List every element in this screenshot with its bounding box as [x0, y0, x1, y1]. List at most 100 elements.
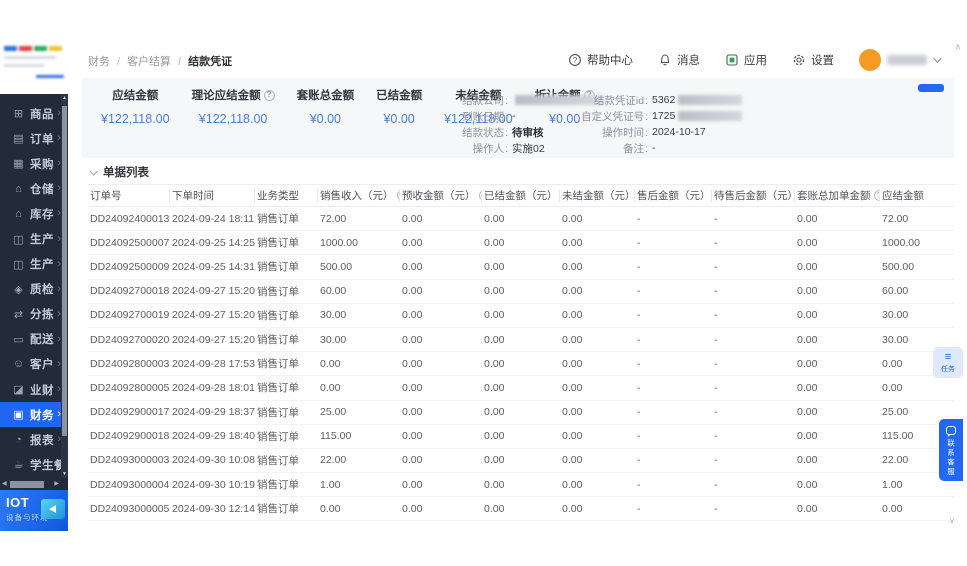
- sidebar-item[interactable]: ⌂ 仓储: [0, 176, 68, 201]
- page-scroll-down-icon[interactable]: [949, 517, 955, 525]
- table-row[interactable]: DD24092500009 2024-09-25 14:31 销售订单 500.…: [88, 255, 955, 280]
- cell-business-type: 销售订单: [257, 479, 299, 492]
- sidebar-item[interactable]: ▣ 财务: [0, 402, 68, 428]
- scroll-left-arrow-icon[interactable]: ◀: [2, 480, 7, 487]
- sidebar-item[interactable]: ◪ 业财: [0, 377, 68, 402]
- apps-button[interactable]: 应用: [725, 52, 767, 68]
- sidebar-item[interactable]: ▭ 配送: [0, 327, 68, 352]
- cell-pending-aftersale-amount: -: [714, 406, 718, 419]
- sidebar-item[interactable]: ☕ 学生餐: [0, 452, 68, 477]
- sidebar-item[interactable]: ▤ 订单: [0, 126, 68, 151]
- user-menu[interactable]: [859, 49, 942, 71]
- cell-due-amount: 0.00: [882, 381, 903, 394]
- scrollbar-thumb[interactable]: [10, 480, 44, 488]
- orders-table: 订单号 下单时间 业务类型 销售收入（元） 预收金额（元）: [88, 184, 955, 522]
- table-header: 订单号 下单时间 业务类型 销售收入（元） 预收金额（元）: [88, 184, 955, 207]
- iot-device-icon: [41, 499, 65, 519]
- cell-order-no: DD24092400013: [90, 212, 170, 225]
- cell-prepaid-amount: 0.00: [402, 357, 423, 370]
- breadcrumb-item[interactable]: 客户结算: [110, 53, 171, 69]
- sidebar-vertical-scrollbar[interactable]: ▲ ▼: [61, 94, 68, 478]
- scroll-down-arrow-icon[interactable]: ▼: [61, 471, 68, 477]
- cell-unsettled-amount: 0.00: [562, 454, 583, 467]
- sidebar-item[interactable]: ⌂ 库存: [0, 201, 68, 226]
- table-row[interactable]: DD24092700019 2024-09-27 15:20 销售订单 30.0…: [88, 304, 955, 328]
- apps-icon: [726, 54, 738, 66]
- cell-order-no: DD24093000005: [90, 502, 170, 515]
- sidebar-item[interactable]: ◫ 生产: [0, 226, 68, 251]
- cell-pending-aftersale-amount: -: [714, 309, 718, 322]
- cell-prepaid-amount: 0.00: [402, 309, 423, 322]
- cell-order-time: 2024-09-27 15:20: [172, 333, 255, 346]
- cell-account-added-amount: 0.00: [797, 260, 818, 273]
- table-header-cell: 销售收入（元）: [318, 189, 400, 202]
- scroll-right-arrow-icon[interactable]: ▶: [54, 480, 59, 487]
- cell-pending-aftersale-amount: -: [714, 502, 718, 515]
- help-center-button[interactable]: ? 帮助中心: [568, 52, 633, 68]
- sidebar-item[interactable]: ◫ 生产: [0, 252, 68, 277]
- page-scroll-up-icon[interactable]: [955, 43, 961, 51]
- purchase-icon: ▦: [13, 158, 24, 171]
- cell-aftersale-amount: -: [637, 285, 641, 298]
- cell-account-added-amount: 0.00: [797, 454, 818, 467]
- messages-button[interactable]: 消息: [658, 52, 700, 68]
- info-icon[interactable]: [263, 89, 275, 101]
- cell-due-amount: 30.00: [882, 333, 909, 346]
- table-row[interactable]: DD24092400013 2024-09-24 18:11 销售订单 72.0…: [88, 207, 955, 232]
- cell-aftersale-amount: -: [637, 478, 641, 491]
- cell-order-time: 2024-09-25 14:31: [172, 260, 255, 273]
- action-button[interactable]: [918, 84, 944, 92]
- sidebar-item[interactable]: ▦ 采购: [0, 151, 68, 176]
- cell-order-no: DD24092800003: [90, 357, 170, 370]
- summary-metric: 套账总金额 ¥0.00: [296, 90, 355, 126]
- cell-pending-aftersale-amount: -: [714, 357, 718, 370]
- table-body: DD24092400013 2024-09-24 18:11 销售订单 72.0…: [88, 207, 955, 522]
- cell-order-no: DD24093000004: [90, 478, 170, 491]
- table-row[interactable]: DD24093000003 2024-09-30 10:08 销售订单 22.0…: [88, 449, 955, 474]
- cell-order-no: DD24092500007: [90, 236, 170, 249]
- table-row[interactable]: DD24093000004 2024-09-30 10:19 销售订单 1.00…: [88, 473, 955, 498]
- sidebar-item[interactable]: ◈ 质检: [0, 277, 68, 302]
- cell-sales-income: 1.00: [320, 478, 341, 491]
- scroll-up-arrow-icon[interactable]: ▲: [61, 95, 68, 101]
- cell-prepaid-amount: 0.00: [402, 381, 423, 394]
- sidebar-item[interactable]: ⊞ 商品: [0, 101, 68, 126]
- metric-value: ¥0.00: [383, 112, 415, 126]
- cell-settled-amount: 0.00: [484, 309, 505, 322]
- cell-business-type: 销售订单: [257, 261, 299, 274]
- cell-order-time: 2024-09-27 15:20: [172, 309, 255, 322]
- table-row[interactable]: DD24092900018 2024-09-29 18:40 销售订单 115.…: [88, 425, 955, 449]
- cell-business-type: 销售订单: [257, 430, 299, 443]
- table-row[interactable]: DD24092500007 2024-09-25 14:25 销售订单 1000…: [88, 231, 955, 256]
- breadcrumb-item[interactable]: 财务: [88, 53, 110, 69]
- table-row[interactable]: DD24092800003 2024-09-28 17:53 销售订单 0.00…: [88, 352, 955, 377]
- table-row[interactable]: DD24092800005 2024-09-28 18:01 销售订单 0.00…: [88, 376, 955, 401]
- sidebar-horizontal-scrollbar[interactable]: ◀ ▶: [0, 478, 68, 490]
- cell-due-amount: 60.00: [882, 285, 909, 298]
- cell-account-added-amount: 0.00: [797, 236, 818, 249]
- customer-service-floating-button[interactable]: 联系客服: [939, 419, 963, 481]
- breadcrumb: 财务客户结算结款凭证: [88, 53, 232, 69]
- sidebar-item[interactable]: ⇄ 分拣: [0, 302, 68, 327]
- tasks-floating-button[interactable]: ≡ 任务: [933, 347, 963, 378]
- cell-business-type: 销售订单: [257, 285, 299, 298]
- sidebar-item[interactable]: ☺ 客户: [0, 352, 68, 377]
- table-row[interactable]: DD24092700020 2024-09-27 15:20 销售订单 30.0…: [88, 328, 955, 353]
- document-list-toggle[interactable]: 单据列表: [89, 164, 149, 180]
- app-window: ⊞ 商品 ▤ 订单 ▦ 采购 ⌂ 仓储 ⌂ 库存 ◫ 生产: [0, 0, 967, 566]
- chat-bubble-icon: [946, 426, 956, 437]
- cell-unsettled-amount: 0.00: [562, 309, 583, 322]
- table-row[interactable]: DD24092900017 2024-09-29 18:37 销售订单 25.0…: [88, 401, 955, 425]
- settings-button[interactable]: 设置: [792, 52, 834, 68]
- iot-banner[interactable]: IOT 设备与环境: [0, 490, 68, 531]
- cell-unsettled-amount: 0.00: [562, 260, 583, 273]
- sidebar-item[interactable]: ◔ 报表: [0, 427, 68, 452]
- cell-order-no: DD24092700019: [90, 309, 170, 322]
- scrollbar-thumb[interactable]: [62, 106, 67, 436]
- cell-order-time: 2024-09-25 14:25: [172, 236, 255, 249]
- table-row[interactable]: DD24093000005 2024-09-30 12:14 销售订单 0.00…: [88, 497, 955, 522]
- inventory-icon: ⌂: [15, 207, 22, 220]
- table-row[interactable]: DD24092700018 2024-09-27 15:20 销售订单 60.0…: [88, 280, 955, 304]
- breadcrumb-item[interactable]: 结款凭证: [171, 53, 232, 69]
- redacted-text: [678, 95, 743, 105]
